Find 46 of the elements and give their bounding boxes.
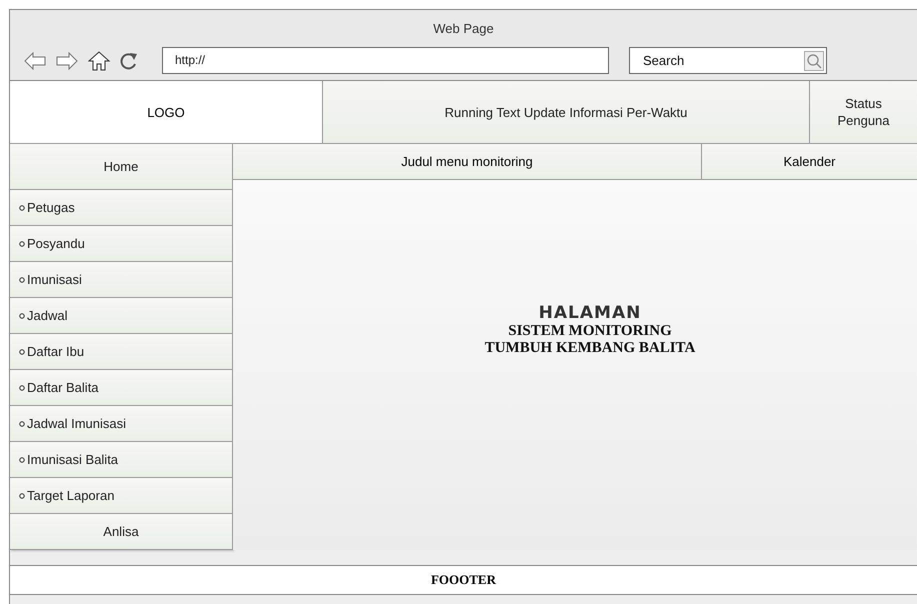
bullet-icon xyxy=(19,348,25,354)
search-field[interactable]: Search xyxy=(629,47,827,74)
sidebar-label: Target Laporan xyxy=(27,488,114,503)
sidebar-label: Imunisasi xyxy=(27,272,82,287)
sidebar-label: Daftar Balita xyxy=(27,380,99,395)
address-field[interactable]: http:// xyxy=(162,47,609,74)
logo-text: LOGO xyxy=(147,104,185,120)
sidebar-label: Posyandu xyxy=(27,236,85,251)
user-status: Status Penguna xyxy=(810,81,917,143)
menu-title-tab[interactable]: Judul menu monitoring xyxy=(233,144,702,179)
bullet-icon xyxy=(19,276,25,282)
window-title: Web Page xyxy=(432,20,495,38)
bullet-icon xyxy=(19,492,25,498)
sidebar-label: Daftar Ibu xyxy=(27,344,84,359)
sidebar-item[interactable]: Posyandu xyxy=(10,226,233,262)
page-subheading: SISTEM MONITORING xyxy=(508,323,672,340)
sidebar-item[interactable]: Jadwal Imunisasi xyxy=(10,406,233,442)
sidebar-item[interactable]: Daftar Balita xyxy=(10,370,233,406)
page-subheading: TUMBUH KEMBANG BALITA xyxy=(484,340,696,357)
sidebar-item[interactable]: Anlisa xyxy=(10,514,233,550)
bullet-icon xyxy=(19,384,25,390)
bullet-icon xyxy=(19,312,25,318)
refresh-icon[interactable] xyxy=(120,50,138,70)
sidebar-item[interactable]: Jadwal xyxy=(10,298,233,334)
back-arrow-icon[interactable] xyxy=(24,52,46,70)
sidebar-label: Imunisasi Balita xyxy=(27,452,118,467)
page-heading: HALAMAN xyxy=(538,303,642,323)
sidebar-item[interactable]: Imunisasi Balita xyxy=(10,442,233,478)
bullet-icon xyxy=(19,456,25,462)
bullet-icon xyxy=(19,420,25,426)
home-icon[interactable] xyxy=(88,50,110,70)
running-text-banner: Running Text Update Informasi Per-Waktu xyxy=(323,81,810,143)
sidebar-item[interactable]: Target Laporan xyxy=(10,478,233,514)
calendar-tab[interactable]: Kalender xyxy=(702,144,917,179)
sidebar-label: Jadwal Imunisasi xyxy=(27,416,126,431)
footer: FOOOTER xyxy=(10,565,917,595)
sidebar-label: Petugas xyxy=(27,200,75,215)
sidebar-item[interactable]: Petugas xyxy=(10,190,233,226)
forward-arrow-icon[interactable] xyxy=(56,52,78,70)
sidebar-item[interactable]: Home xyxy=(10,144,233,190)
sidebar-item[interactable]: Imunisasi xyxy=(10,262,233,298)
bullet-icon xyxy=(19,204,25,210)
sidebar-item[interactable]: Daftar Ibu xyxy=(10,334,233,370)
sidebar-label: Jadwal xyxy=(27,308,68,323)
search-icon[interactable] xyxy=(804,50,824,70)
bullet-icon xyxy=(19,240,25,246)
